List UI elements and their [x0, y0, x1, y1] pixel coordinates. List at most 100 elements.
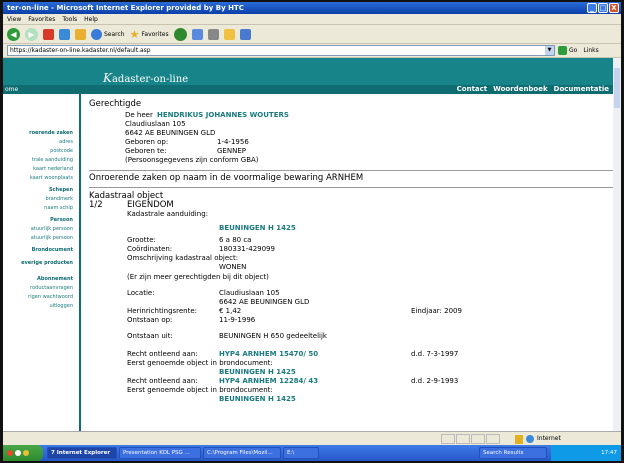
status-bar: Internet — [3, 431, 621, 445]
sidebar-item-postcode[interactable]: postcode — [50, 148, 73, 154]
scrollbar-thumb[interactable] — [614, 68, 620, 108]
back-button[interactable]: ◀ — [7, 27, 20, 41]
born-in-value: GENNEP — [217, 147, 246, 155]
eerst2-object-link[interactable]: BEUNINGEN H 1425 — [219, 395, 296, 403]
locatie-label: Locatie: — [127, 289, 155, 297]
coords-value: 180331-429099 — [219, 245, 275, 253]
globe-icon — [526, 435, 534, 443]
sidebar-item-naam-schip[interactable]: naam schip — [44, 205, 73, 211]
section-heading-arnhem: Onroerende zaken op naam in de voormalig… — [89, 173, 364, 183]
print-icon[interactable] — [207, 28, 219, 40]
kad-label: Kadastrale aanduiding: — [127, 210, 208, 218]
links-button[interactable]: Links — [583, 47, 598, 54]
born-in-label: Geboren te: — [125, 147, 167, 155]
sidebar: roerende zaken adres postcode trale aand… — [3, 94, 81, 431]
sidebar-item-uitloggen[interactable]: uitloggen — [49, 303, 73, 309]
omschrijving-value: WONEN — [219, 263, 247, 271]
task-internet-explorer[interactable]: 7 Internet Explorer — [47, 447, 117, 459]
nav-documentatie[interactable]: Documentatie — [554, 85, 609, 94]
search-icon — [91, 28, 102, 40]
history-icon[interactable] — [173, 27, 187, 41]
site-logo[interactable]: Kadaster-on-line — [103, 71, 188, 85]
sidebar-item-adres[interactable]: adres — [59, 139, 73, 145]
stop-icon[interactable] — [43, 28, 54, 40]
ontstaan-op-value: 11-9-1996 — [219, 316, 256, 324]
sidebar-item-overige-producten[interactable]: everige producten — [21, 260, 73, 266]
mail-icon[interactable] — [191, 28, 203, 40]
security-zone: Internet — [515, 434, 561, 444]
eerst1-object-link[interactable]: BEUNINGEN H 1425 — [219, 368, 296, 376]
task-search-results[interactable]: Search Results — [479, 447, 547, 459]
messenger-icon[interactable] — [239, 28, 251, 40]
person-city: 6642 AE BEUNINGEN GLD — [125, 129, 216, 137]
size-value: 6 a 80 ca — [219, 236, 252, 244]
start-button[interactable] — [3, 445, 43, 461]
minimize-button[interactable]: _ — [587, 3, 597, 13]
person-prefix: De heer — [125, 111, 153, 119]
herinrichting-value: € 1,42 — [219, 307, 242, 315]
quicklaunch-icon[interactable] — [23, 450, 29, 456]
divider — [89, 187, 613, 188]
nav-home[interactable]: ome — [5, 85, 18, 94]
star-icon: ★ — [129, 27, 140, 41]
forward-button[interactable]: ▶ — [25, 27, 38, 41]
sidebar-item-wijzigen-wachtwoord[interactable]: rigen wachtwoord — [28, 294, 73, 300]
nav-woordenboek[interactable]: Woordenboek — [493, 85, 548, 94]
search-button[interactable]: Search — [91, 28, 125, 40]
browser-toolbar: ◀ ▶ Search ★ Favorites — [3, 25, 621, 44]
sidebar-item-brandmerk[interactable]: brandmerk — [45, 196, 73, 202]
recht1-document-link[interactable]: HYP4 ARNHEM 15470/ 50 — [219, 350, 318, 358]
folder-icon[interactable] — [223, 28, 235, 40]
address-input[interactable]: https://kadaster-on-line.kadaster.nl/def… — [7, 45, 555, 56]
coords-label: Coördinaten: — [127, 245, 173, 253]
refresh-icon[interactable] — [59, 28, 70, 40]
sidebar-item-kaart-woonplaats[interactable]: kaart woonplaats — [30, 175, 73, 181]
browser-window: ter-on-line - Microsoft Internet Explore… — [3, 2, 621, 461]
sidebar-item-productaanvragen[interactable]: roductaanvragen — [30, 285, 73, 291]
chevron-down-icon[interactable]: ▼ — [545, 46, 554, 55]
person-name-link[interactable]: HENDRIKUS JOHANNES WOUTERS — [157, 111, 289, 119]
menu-help[interactable]: Help — [84, 14, 98, 24]
page-viewport: Kadaster-on-line ome Contact Woordenboek… — [3, 58, 613, 431]
ontstaan-op-label: Ontstaan op: — [127, 316, 173, 324]
eerst1-note: Eerst genoemde object in brondocument: — [127, 359, 273, 367]
window-title: ter-on-line - Microsoft Internet Explore… — [7, 4, 244, 12]
locatie-street: Claudiuslaan 105 — [219, 289, 280, 297]
menu-view[interactable]: View — [7, 14, 21, 24]
recht2-document-link[interactable]: HYP4 ARNHEM 12284/ 43 — [219, 377, 318, 385]
home-icon[interactable] — [75, 28, 86, 40]
forward-arrow-icon: ▶ — [25, 27, 38, 41]
task-presentation[interactable]: Presentation KOL PSG ... — [119, 447, 201, 459]
divider — [89, 170, 613, 171]
quicklaunch-icon[interactable] — [15, 450, 21, 456]
nav-contact[interactable]: Contact — [457, 85, 488, 94]
close-button[interactable]: X — [609, 3, 619, 13]
task-drive-e[interactable]: E:\ — [283, 447, 319, 459]
kad-value-link[interactable]: BEUNINGEN H 1425 — [219, 224, 296, 232]
task-program-files[interactable]: C:\Program Files\Mozil... — [203, 447, 281, 459]
sidebar-heading-schepen: Schepen — [48, 187, 73, 193]
sidebar-item-niet-natuurlijk-persoon[interactable]: atuurlijk persoon — [31, 235, 73, 241]
back-arrow-icon: ◀ — [7, 27, 20, 41]
born-on-value: 1-4-1956 — [217, 138, 249, 146]
sidebar-item-natuurlijk-persoon[interactable]: atuurlijk persoon — [31, 226, 73, 232]
zone-label: Internet — [537, 435, 561, 442]
sidebar-item-brondocument[interactable]: Brondocument — [32, 247, 73, 253]
omschrijving-label: Omschrijving kadastraal object: — [127, 254, 239, 262]
recht2-label: Recht ontleend aan: — [127, 377, 198, 385]
vertical-scrollbar[interactable] — [613, 58, 621, 431]
window-controls: _ □ X — [587, 3, 619, 13]
maximize-button[interactable]: □ — [598, 3, 608, 13]
sidebar-item-kaart-nederland[interactable]: kaart nederland — [33, 166, 73, 172]
windows-logo-icon — [7, 450, 13, 456]
object-index: 1/2 — [89, 200, 103, 210]
sidebar-item-kadastrale-aanduiding[interactable]: trale aanduiding — [32, 157, 73, 163]
favorites-button[interactable]: ★ Favorites — [130, 28, 169, 41]
go-button[interactable]: Go — [558, 46, 577, 55]
clock: 17:47 — [601, 450, 617, 456]
born-on-label: Geboren op: — [125, 138, 169, 146]
title-bar: ter-on-line - Microsoft Internet Explore… — [3, 2, 621, 14]
menu-bar: View Favorites Tools Help — [3, 14, 621, 25]
menu-favorites[interactable]: Favorites — [28, 14, 55, 24]
menu-tools[interactable]: Tools — [62, 14, 77, 24]
